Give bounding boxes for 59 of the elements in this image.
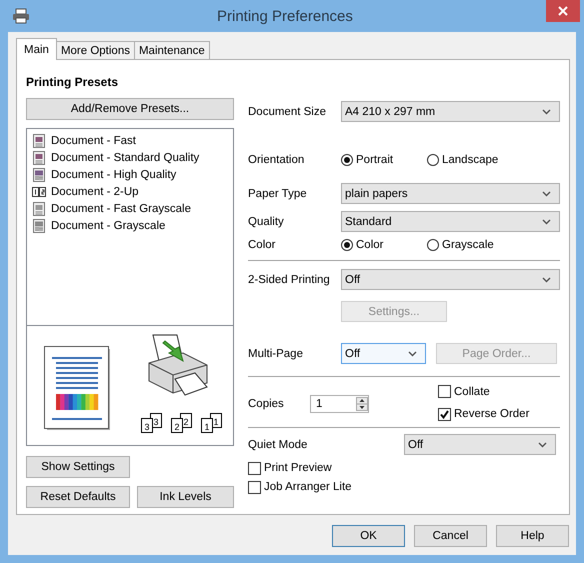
- dialog-button[interactable]: OK: [332, 525, 405, 547]
- paper-type-dropdown[interactable]: plain papers: [341, 183, 560, 204]
- quiet-mode-dropdown[interactable]: Off: [404, 434, 556, 455]
- field-label: Quiet Mode: [248, 438, 308, 450]
- show-settings-button[interactable]: Show Settings: [26, 456, 130, 478]
- dialog-button[interactable]: Cancel: [414, 525, 487, 547]
- preset-item[interactable]: Document - High Quality: [51, 168, 176, 180]
- close-icon: [558, 6, 568, 16]
- section-heading: Printing Presets: [26, 75, 120, 91]
- checkbox[interactable]: Print Preview: [248, 460, 560, 476]
- field-label: Quality: [248, 216, 285, 228]
- chevron-icon: [542, 218, 551, 224]
- document-icon: [32, 134, 46, 148]
- two-sided-dropdown[interactable]: Off: [341, 269, 560, 290]
- field-label: Orientation: [248, 154, 306, 166]
- checkbox[interactable]: Job Arranger Lite: [248, 479, 560, 495]
- field-label: Copies: [248, 398, 285, 410]
- field-label: Paper Type: [248, 188, 308, 200]
- two-up-icon: [32, 186, 46, 198]
- radio-button[interactable]: Color: [341, 239, 427, 251]
- preset-item[interactable]: Document - Standard Quality: [51, 152, 200, 164]
- preset-item[interactable]: Document - Fast Grayscale: [51, 202, 191, 214]
- document-size-dropdown[interactable]: A4 210 x 297 mm: [341, 101, 560, 122]
- spin-arrows-icon: [356, 397, 368, 411]
- chevron-icon: [542, 190, 551, 196]
- chevron-icon: [538, 442, 547, 448]
- photo-document-icon: [32, 218, 46, 232]
- document-icon: [32, 150, 46, 164]
- preset-item[interactable]: Document - 2-Up: [51, 186, 139, 198]
- radio-button[interactable]: Grayscale: [427, 239, 513, 251]
- close-button[interactable]: [546, 0, 580, 22]
- checkbox[interactable]: Reverse Order: [438, 406, 530, 422]
- dialog-button[interactable]: Help: [496, 525, 569, 547]
- field-label: Color: [248, 239, 276, 251]
- chevron-icon: [542, 276, 551, 282]
- photo-document-icon: [32, 168, 46, 182]
- tab[interactable]: Maintenance: [134, 41, 210, 59]
- check-icon: [439, 408, 450, 420]
- multi-page-dropdown[interactable]: Off: [341, 343, 426, 364]
- chevron-icon: [542, 108, 551, 114]
- radio-button[interactable]: Landscape: [427, 154, 513, 166]
- field-label: 2-Sided Printing: [248, 274, 331, 286]
- window-title: Printing Preferences: [217, 8, 353, 24]
- checkbox[interactable]: Collate: [438, 384, 530, 400]
- reset-defaults-button[interactable]: Reset Defaults: [26, 486, 130, 508]
- chevron-icon: [408, 350, 417, 356]
- field-label: Document Size: [248, 106, 327, 118]
- quality-dropdown[interactable]: Standard: [341, 211, 560, 232]
- preset-item[interactable]: Document - Fast: [51, 134, 136, 146]
- printer-icon: [12, 8, 30, 24]
- add-remove-presets-button[interactable]: Add/Remove Presets...: [26, 98, 234, 120]
- document-icon: [32, 202, 46, 216]
- field-label: Multi-Page: [248, 348, 304, 360]
- preset-item[interactable]: Document - Grayscale: [51, 220, 166, 232]
- tab[interactable]: More Options: [56, 41, 135, 59]
- copies-spinner[interactable]: 1: [310, 395, 369, 413]
- tab[interactable]: Main: [16, 38, 57, 60]
- ink-levels-button[interactable]: Ink Levels: [137, 486, 234, 508]
- radio-button[interactable]: Portrait: [341, 154, 427, 166]
